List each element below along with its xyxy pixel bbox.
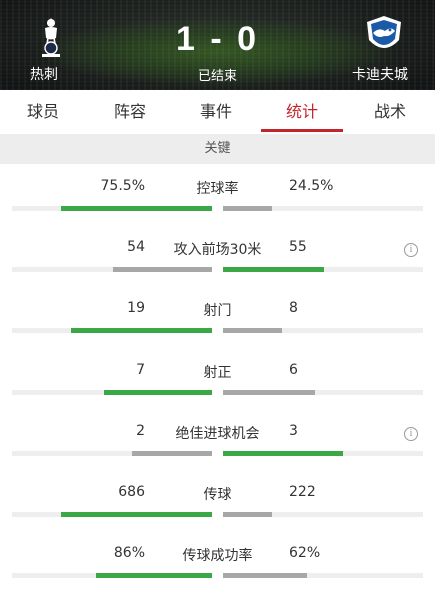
away-stat-bar <box>223 450 423 456</box>
away-stat-value: 24.5% <box>289 178 334 194</box>
stat-row: 86% 传球成功率 62% <box>0 545 435 594</box>
away-stat-bar-fill <box>223 573 307 579</box>
away-stat-bar-fill <box>223 450 343 456</box>
away-stat-bar-fill <box>223 267 324 273</box>
stat-label: 射正 <box>203 364 232 381</box>
tab-bar: 球员 阵容 事件 统计 战术 <box>0 90 435 132</box>
away-stat-value: 62% <box>289 545 321 562</box>
section-header: 关键 <box>0 134 435 164</box>
away-stat-value: 222 <box>289 484 316 500</box>
match-score: 1 - 0 <box>175 20 260 58</box>
away-stat-bar <box>223 328 423 334</box>
tab-players[interactable]: 球员 <box>27 98 59 122</box>
away-stat-bar <box>223 512 423 517</box>
away-stat-bar <box>223 267 423 273</box>
away-stat-bar-fill <box>223 389 315 395</box>
away-stat-bar-fill <box>223 328 282 334</box>
home-stat-bar-fill <box>71 328 212 334</box>
stat-label: 射门 <box>203 303 232 320</box>
away-stat-bar <box>223 206 423 211</box>
tab-lineup[interactable]: 阵容 <box>114 98 146 122</box>
away-stat-bar-fill <box>223 512 272 517</box>
away-stat-value: 55 <box>289 239 307 256</box>
away-stat-bar <box>223 389 423 395</box>
match-status: 已结束 <box>197 69 237 84</box>
tab-stats[interactable]: 统计 <box>286 98 318 122</box>
home-stat-bar <box>12 512 212 517</box>
home-stat-bar <box>12 267 212 273</box>
away-stat-bar-fill <box>223 206 272 211</box>
stat-label: 攻入前场30米 <box>173 242 262 259</box>
home-stat-bar <box>12 450 212 456</box>
away-stat-value: 6 <box>289 361 298 378</box>
home-stat-bar <box>12 389 212 395</box>
away-stat-value: 8 <box>289 300 298 317</box>
info-icon[interactable]: i <box>404 426 418 441</box>
home-stat-bar-fill <box>96 573 212 579</box>
stat-label: 传球 <box>203 487 232 503</box>
stat-label: 控球率 <box>196 181 239 197</box>
tab-events[interactable]: 事件 <box>200 98 232 122</box>
away-stat-bar <box>223 573 423 579</box>
away-stat-value: 3 <box>289 422 298 439</box>
stat-label: 传球成功率 <box>182 548 253 565</box>
home-stat-bar-fill <box>104 389 212 395</box>
home-stat-bar <box>12 206 212 211</box>
tab-tactics[interactable]: 战术 <box>374 98 406 122</box>
home-stat-bar-fill <box>61 512 212 517</box>
stat-row: 19 射门 8 <box>0 300 435 361</box>
stat-row: 2 绝佳进球机会 3 i <box>0 423 435 484</box>
active-tab-indicator <box>261 129 343 132</box>
stat-row: 75.5% 控球率 24.5% <box>0 178 435 239</box>
stat-row: 686 传球 222 <box>0 484 435 545</box>
match-header: 热刺 卡迪夫城 1 - 0 已结束 <box>0 0 435 90</box>
home-stat-bar-fill <box>113 267 212 273</box>
home-stat-bar <box>12 328 212 334</box>
stat-row: 7 射正 6 <box>0 362 435 423</box>
home-stat-bar <box>12 573 212 579</box>
stat-row: 54 攻入前场30米 55 i <box>0 239 435 300</box>
stat-label: 绝佳进球机会 <box>175 425 260 442</box>
home-stat-bar-fill <box>61 206 212 211</box>
home-stat-bar-fill <box>132 450 212 456</box>
